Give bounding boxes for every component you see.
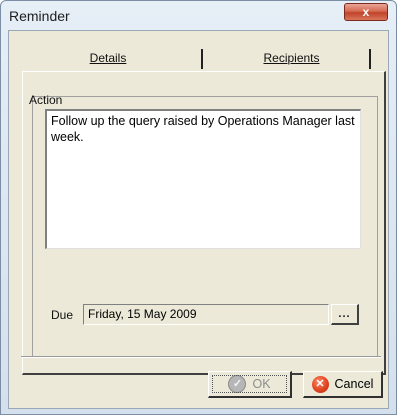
cancel-label: Cancel — [334, 377, 374, 391]
tab-recipients-label: Recipients — [263, 51, 320, 65]
tab-recipients[interactable]: Recipients — [201, 45, 382, 71]
button-separator — [21, 356, 381, 358]
reminder-dialog: Reminder x Details Recipients Action Fol… — [0, 0, 397, 415]
close-icon: x — [362, 5, 370, 19]
title-bar: Reminder x — [1, 1, 396, 31]
due-label: Due — [51, 308, 74, 322]
due-date-picker-button[interactable]: ... — [331, 304, 359, 325]
tab-details-label: Details — [89, 51, 127, 65]
tab-strip: Details Recipients — [15, 45, 382, 71]
focus-rect — [212, 375, 287, 393]
cancel-x-icon: ✕ — [311, 375, 329, 393]
tab-divider-end — [369, 49, 371, 69]
tab-details[interactable]: Details — [15, 45, 201, 71]
action-label: Action — [29, 93, 63, 107]
ok-button[interactable]: ✓ OK — [208, 371, 292, 398]
window-title: Reminder — [9, 8, 70, 24]
cancel-button[interactable]: ✕ Cancel — [303, 371, 383, 398]
close-button[interactable]: x — [344, 3, 388, 21]
ellipsis-icon: ... — [338, 308, 351, 320]
due-date-field[interactable]: Friday, 15 May 2009 — [83, 304, 329, 325]
action-textarea[interactable]: Follow up the query raised by Operations… — [45, 109, 361, 249]
